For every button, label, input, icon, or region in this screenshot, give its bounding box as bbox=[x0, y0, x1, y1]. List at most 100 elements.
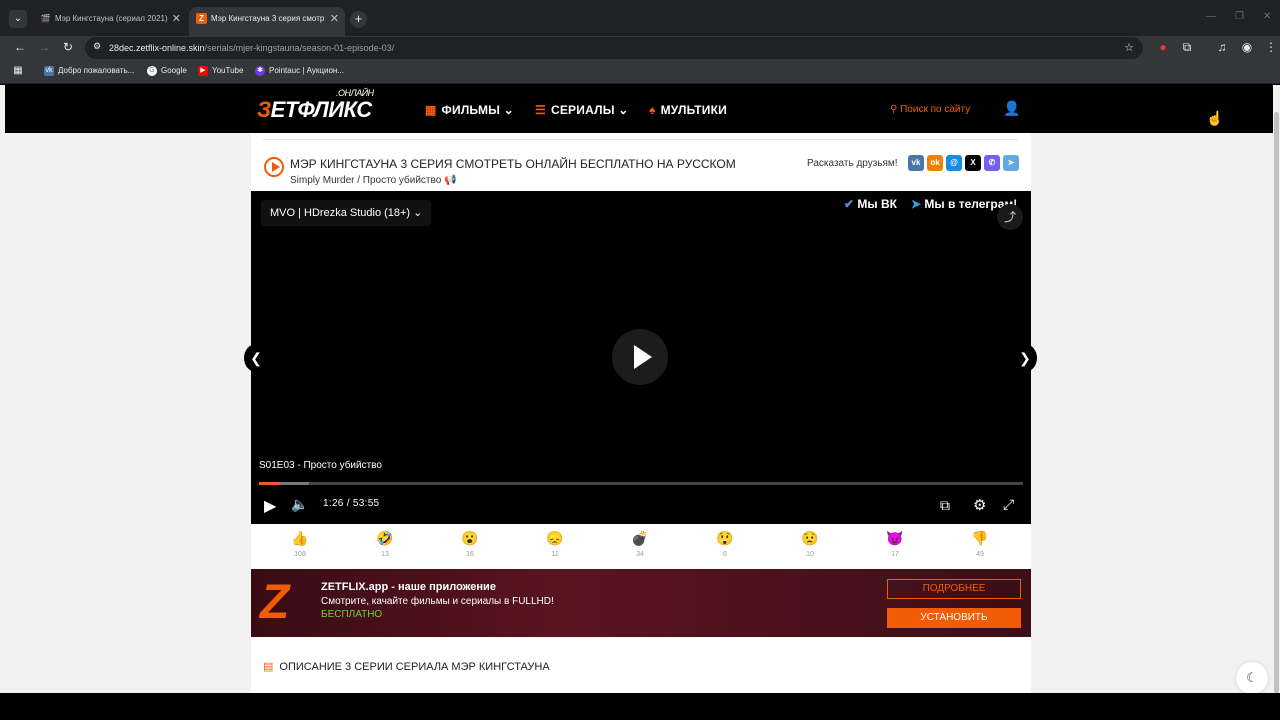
reaction-emoji-icon: 😞 bbox=[546, 530, 564, 546]
extensions-icon[interactable]: ⧉ bbox=[1179, 40, 1195, 55]
close-window-icon[interactable]: ✕ bbox=[1263, 11, 1271, 22]
reload-icon[interactable]: ↻ bbox=[60, 40, 76, 54]
user-icon[interactable]: 👤 bbox=[1003, 100, 1020, 117]
new-tab-button[interactable]: + bbox=[350, 11, 367, 28]
volume-icon[interactable]: 🔈 bbox=[291, 496, 308, 513]
banner-free: БЕСПЛАТНО bbox=[321, 609, 383, 620]
forward-icon[interactable]: → bbox=[36, 40, 52, 54]
reaction-emoji-icon: 👎 bbox=[971, 530, 989, 546]
share-telegram-button[interactable]: ➤ bbox=[1003, 155, 1019, 171]
share-mail-button[interactable]: @ bbox=[946, 155, 962, 171]
tab-favicon-icon: 🎬 bbox=[40, 14, 51, 23]
reaction-button[interactable]: 😞 11 bbox=[535, 530, 575, 558]
site-info-icon[interactable]: ⚙ bbox=[89, 41, 105, 52]
tab-mayor-kingstown[interactable]: 🎬 Мэр Кингстауна (сериал 2021) ✕ bbox=[33, 7, 187, 36]
bottom-bar bbox=[0, 693, 1280, 720]
site-search[interactable]: ⚲ Поиск по сайту bbox=[890, 104, 970, 115]
browser-toolbar: ← → ↻ ⚙ 28dec.zetflix-online.skin/serial… bbox=[0, 36, 1280, 60]
tab-episode-3[interactable]: Z Мэр Кингстауна 3 серия смотр ✕ bbox=[189, 7, 345, 36]
banner-title: ZETFLIX.app - наше приложение bbox=[321, 581, 496, 593]
site-logo[interactable]: ЗЕТФЛИКС .ОНЛАЙН bbox=[257, 88, 374, 123]
main-content: МЭР КИНГСТАУНА 3 СЕРИЯ СМОТРЕТЬ ОНЛАЙН Б… bbox=[244, 133, 1037, 693]
bookmarks-bar: ▦ vk Добро пожаловать... G Google ▶ YouTube… bbox=[0, 60, 1280, 84]
reaction-emoji-icon: 😮 bbox=[461, 530, 479, 546]
menu-films[interactable]: ▦ ФИЛЬМЫ ⌄ bbox=[425, 103, 514, 117]
reaction-button[interactable]: 🤣 13 bbox=[365, 530, 405, 558]
bookmark-vk[interactable]: vk Добро пожаловать... bbox=[44, 66, 134, 76]
back-icon[interactable]: ← bbox=[12, 40, 28, 54]
next-episode-arrow[interactable]: ❯ bbox=[1013, 344, 1037, 372]
tab-search-button[interactable]: ⌄ bbox=[9, 10, 27, 28]
reaction-count: 17 bbox=[891, 551, 899, 558]
minimize-icon[interactable]: — bbox=[1206, 11, 1216, 22]
play-circle-icon bbox=[264, 157, 284, 177]
address-bar[interactable]: ⚙ 28dec.zetflix-online.skin/serials/mjer… bbox=[85, 37, 1143, 59]
reaction-button[interactable]: 💣 34 bbox=[620, 530, 660, 558]
share-viber-button[interactable]: ✆ bbox=[984, 155, 1000, 171]
menu-cartoons[interactable]: ♠ МУЛЬТИКИ bbox=[649, 103, 727, 117]
video-player[interactable]: MVO | HDrezka Studio (18+) ⌄ ✔ Мы ВК ➤ М… bbox=[244, 191, 1037, 524]
reaction-button[interactable]: 😟 10 bbox=[790, 530, 830, 558]
reaction-button[interactable]: 👎 49 bbox=[960, 530, 1000, 558]
app-banner: Z ZETFLIX.app - наше приложение Смотрите… bbox=[251, 569, 1031, 637]
search-icon: ⚲ bbox=[890, 104, 898, 115]
played-bar bbox=[259, 482, 280, 485]
original-title: Simply Murder / Просто убийство 📢 bbox=[290, 175, 457, 186]
voice-selector[interactable]: MVO | HDrezka Studio (18+) ⌄ bbox=[261, 200, 432, 226]
banner-text: Смотрите, качайте фильмы и сериалы в FUL… bbox=[321, 596, 554, 607]
pip-icon[interactable]: ⧉ bbox=[940, 497, 950, 514]
bookmark-youtube[interactable]: ▶ YouTube bbox=[198, 66, 243, 76]
dark-mode-toggle-icon[interactable]: ☾ bbox=[1236, 662, 1268, 693]
tab-close-icon[interactable]: ✕ bbox=[330, 7, 339, 31]
menu-dots-icon[interactable]: ⋮ bbox=[1263, 40, 1279, 54]
share-label: Расказать друзьям! bbox=[807, 158, 898, 169]
extension-record-icon[interactable]: ● bbox=[1155, 40, 1171, 54]
share-icon[interactable]: ⤴ bbox=[997, 204, 1023, 230]
restore-icon[interactable]: ❐ bbox=[1235, 11, 1244, 22]
bookmark-google[interactable]: G Google bbox=[147, 66, 187, 76]
prev-episode-arrow[interactable]: ❮ bbox=[244, 344, 268, 372]
tab-close-icon[interactable]: ✕ bbox=[172, 7, 181, 31]
bookmark-star-icon[interactable]: ☆ bbox=[1121, 41, 1137, 54]
reaction-count: 6 bbox=[723, 551, 727, 558]
install-button[interactable]: УСТАНОВИТЬ bbox=[887, 608, 1021, 628]
reaction-count: 108 bbox=[294, 551, 306, 558]
mouse-cursor-icon: ☝ bbox=[1206, 110, 1224, 126]
bookmark-pointauc[interactable]: ✱ Pointauc | Аукцион... bbox=[255, 66, 344, 76]
reaction-emoji-icon: 👍 bbox=[291, 530, 309, 546]
rocket-icon: ♠ bbox=[649, 103, 656, 117]
scrollbar-thumb[interactable] bbox=[1274, 112, 1279, 693]
reaction-button[interactable]: 😲 6 bbox=[705, 530, 745, 558]
reaction-button[interactable]: 😈 17 bbox=[875, 530, 915, 558]
reaction-count: 10 bbox=[806, 551, 814, 558]
share-ok-button[interactable]: ok bbox=[927, 155, 943, 171]
fullscreen-icon[interactable]: ⤢ bbox=[1003, 496, 1014, 513]
menu-series[interactable]: ☰ СЕРИАЛЫ ⌄ bbox=[535, 103, 628, 117]
description-heading: ▤ ОПИСАНИЕ 3 СЕРИИ СЕРИАЛА МЭР КИНГСТАУНА bbox=[263, 661, 550, 673]
browser-tab-bar: ⌄ 🎬 Мэр Кингстауна (сериал 2021) ✕ Z Мэр… bbox=[0, 0, 1280, 36]
time-display: 1:26 / 53:55 bbox=[323, 498, 380, 509]
tab-label: Мэр Кингстауна (сериал 2021) bbox=[55, 14, 168, 23]
share-x-button[interactable]: X bbox=[965, 155, 981, 171]
media-control-icon[interactable]: ♫ bbox=[1214, 40, 1230, 54]
play-icon[interactable]: ▶ bbox=[264, 496, 276, 516]
google-icon: G bbox=[147, 66, 157, 76]
settings-gear-icon[interactable]: ⚙ bbox=[973, 496, 986, 514]
vk-icon: ✔ bbox=[844, 197, 855, 211]
reaction-emoji-icon: 😟 bbox=[801, 530, 819, 546]
more-button[interactable]: ПОДРОБНЕЕ bbox=[887, 579, 1021, 599]
youtube-icon: ▶ bbox=[198, 66, 208, 76]
zetflix-favicon-icon: Z bbox=[196, 13, 207, 24]
page-viewport: ЗЕТФЛИКС .ОНЛАЙН ▦ ФИЛЬМЫ ⌄ ☰ СЕРИАЛЫ ⌄ ♠ МУ… bbox=[0, 85, 1280, 693]
list-icon: ☰ bbox=[535, 103, 546, 117]
announce-icon: 📢 bbox=[444, 175, 457, 186]
profile-icon[interactable]: ◉ bbox=[1239, 40, 1255, 54]
vk-promo-link[interactable]: ✔ Мы ВК bbox=[844, 197, 897, 211]
reaction-button[interactable]: 😮 16 bbox=[450, 530, 490, 558]
progress-bar[interactable] bbox=[259, 482, 1023, 485]
apps-grid-icon[interactable]: ▦ bbox=[10, 65, 26, 76]
big-play-button[interactable] bbox=[612, 329, 668, 385]
reaction-button[interactable]: 👍 108 bbox=[280, 530, 320, 558]
scrollbar[interactable] bbox=[1273, 85, 1280, 693]
share-vk-button[interactable]: vk bbox=[908, 155, 924, 171]
